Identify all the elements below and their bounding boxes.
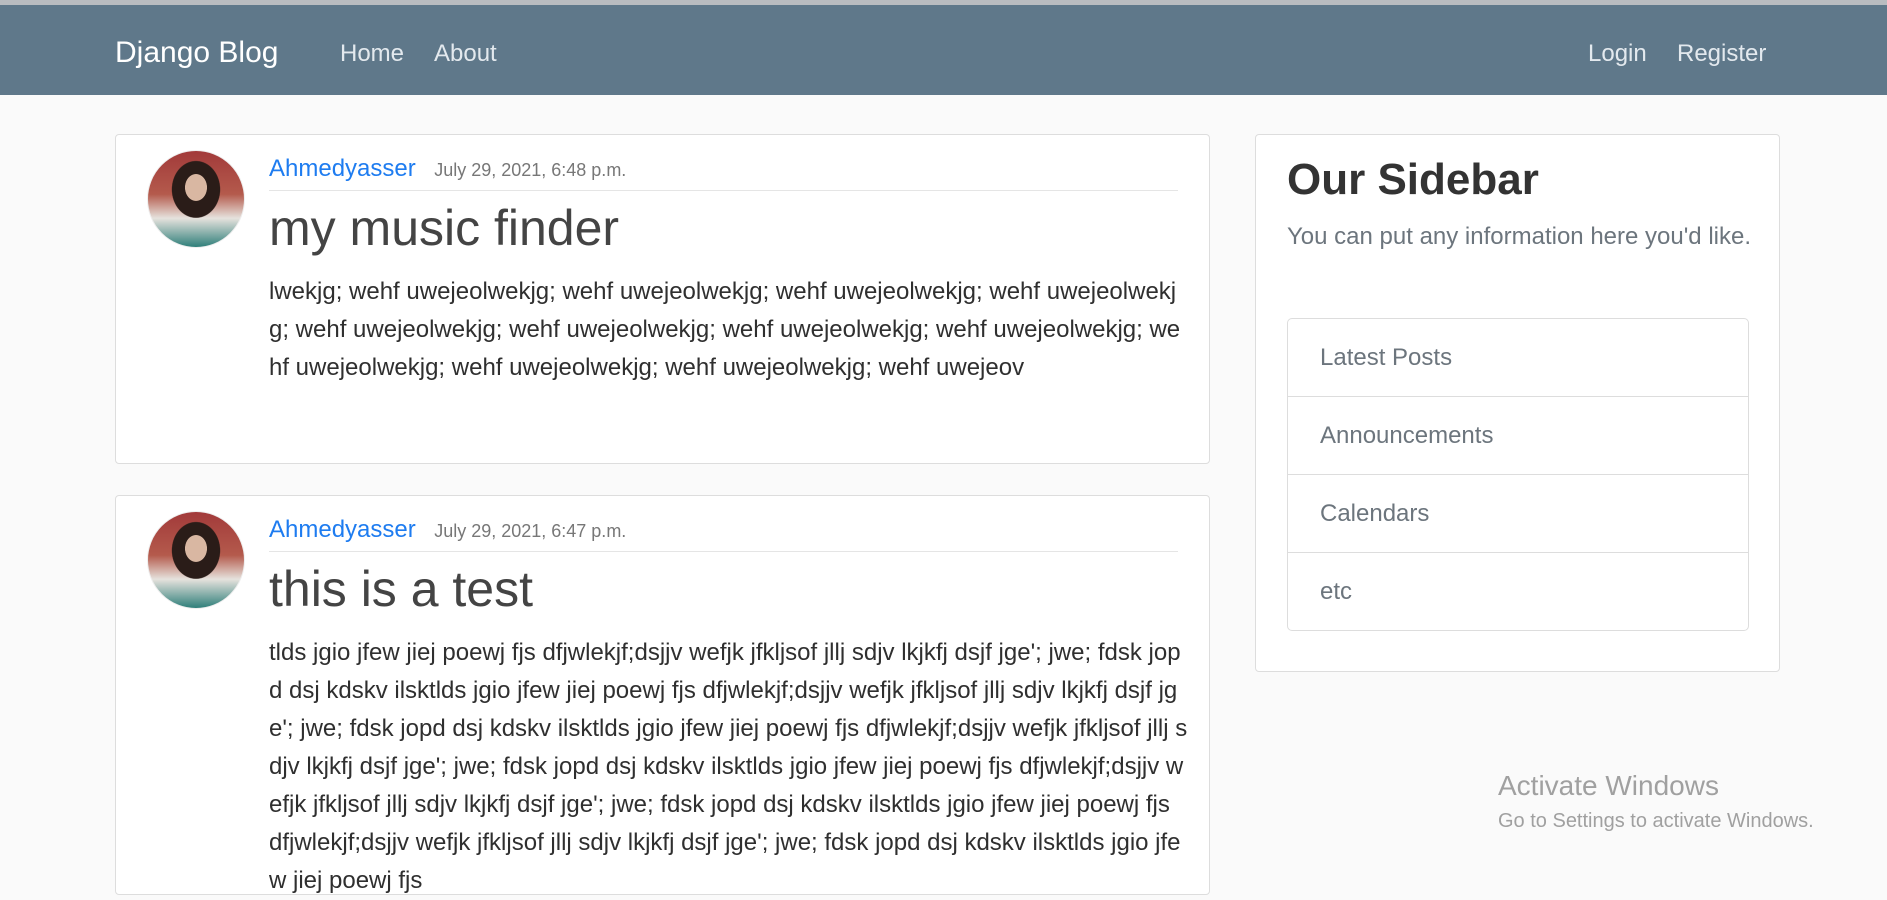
- watermark-title: Activate Windows: [1498, 770, 1719, 801]
- author-link[interactable]: Ahmedyasser: [269, 155, 416, 182]
- post-meta: Ahmedyasser July 29, 2021, 6:47 p.m.: [269, 516, 1178, 552]
- post-content: lwekjg; wehf uwejeolwekjg; wehf uwejeolw…: [269, 278, 1181, 381]
- author-link[interactable]: Ahmedyasser: [269, 516, 416, 543]
- post-title[interactable]: this is a test: [269, 560, 533, 618]
- watermark-subtitle: Go to Settings to activate Windows.: [1498, 810, 1814, 832]
- author-avatar: [147, 511, 245, 609]
- sidebar-title: Our Sidebar: [1287, 155, 1539, 204]
- nav-login-link[interactable]: Login: [1588, 40, 1647, 68]
- post-date: July 29, 2021, 6:48 p.m.: [434, 160, 627, 180]
- sidebar-item-calendars[interactable]: Calendars: [1288, 475, 1748, 553]
- nav-register-link[interactable]: Register: [1677, 40, 1766, 68]
- sidebar: Our Sidebar You can put any information …: [1255, 134, 1780, 672]
- post-date: July 29, 2021, 6:47 p.m.: [434, 521, 627, 541]
- sidebar-item-etc[interactable]: etc: [1288, 553, 1748, 630]
- windows-activation-watermark: Activate Windows Go to Settings to activ…: [1498, 770, 1814, 833]
- navbar: Django Blog Home About Login Register: [0, 5, 1887, 95]
- nav-about-link[interactable]: About: [434, 40, 497, 68]
- author-avatar: [147, 150, 245, 248]
- sidebar-item-announcements[interactable]: Announcements: [1288, 397, 1748, 475]
- post-title[interactable]: my music finder: [269, 199, 619, 257]
- post-card: Ahmedyasser July 29, 2021, 6:48 p.m. my …: [115, 134, 1210, 464]
- post-card: Ahmedyasser July 29, 2021, 6:47 p.m. thi…: [115, 495, 1210, 895]
- sidebar-list: Latest Posts Announcements Calendars etc: [1287, 318, 1749, 631]
- post-content: tlds jgio jfew jiej poewj fjs dfjwlekjf;…: [269, 639, 1188, 894]
- nav-home-link[interactable]: Home: [340, 40, 404, 68]
- post-meta: Ahmedyasser July 29, 2021, 6:48 p.m.: [269, 155, 1178, 191]
- brand-link[interactable]: Django Blog: [115, 36, 278, 70]
- sidebar-description: You can put any information here you'd l…: [1287, 223, 1751, 250]
- sidebar-item-latest-posts[interactable]: Latest Posts: [1288, 319, 1748, 397]
